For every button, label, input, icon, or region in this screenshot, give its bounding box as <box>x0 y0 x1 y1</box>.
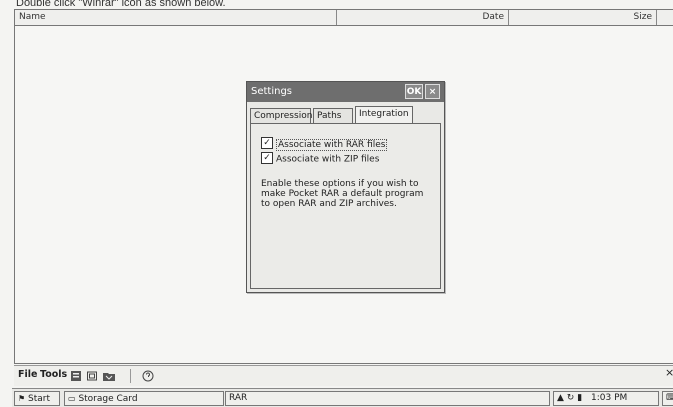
system-tray[interactable]: ▲ ↻ ▮ 1:03 PM <box>553 391 659 406</box>
command-close-icon[interactable]: × <box>665 366 673 379</box>
associate-rar-option[interactable]: ✓ Associate with RAR files <box>261 137 388 151</box>
menu-file[interactable]: File <box>18 369 37 380</box>
column-name[interactable]: Name <box>15 10 337 25</box>
associate-zip-option[interactable]: ✓ Associate with ZIP files <box>261 152 379 166</box>
storage-card-icon: ▭ <box>68 394 76 403</box>
start-button[interactable]: ⚑ Start <box>14 391 60 406</box>
rar-checkbox-label[interactable]: Associate with RAR files <box>276 138 388 151</box>
zip-checkbox-label[interactable]: Associate with ZIP files <box>276 155 379 165</box>
close-button[interactable]: × <box>425 84 440 99</box>
sync-icon[interactable]: ↻ <box>567 393 575 403</box>
settings-dialog: Settings OK × Compression Paths Integrat… <box>246 81 445 293</box>
tab-integration[interactable]: Integration <box>355 106 413 123</box>
column-date[interactable]: Date <box>337 10 509 25</box>
command-bar: File Tools × <box>14 365 673 386</box>
storage-card-button[interactable]: ▭ Storage Card <box>64 391 224 406</box>
column-header: Name Date Size <box>15 10 673 26</box>
zip-checkbox[interactable]: ✓ <box>261 152 273 164</box>
toolbar-separator <box>130 369 131 383</box>
archive-icon[interactable] <box>70 370 82 385</box>
rar-task-label: RAR <box>229 393 248 403</box>
help-icon[interactable] <box>142 370 154 385</box>
instruction-text: Double click "Winrar" icon as shown belo… <box>16 0 226 9</box>
start-label: Start <box>28 394 51 404</box>
integration-panel: ✓ Associate with RAR files ✓ Associate wit… <box>250 123 441 289</box>
battery-icon[interactable]: ▮ <box>577 393 582 403</box>
tab-paths[interactable]: Paths <box>313 108 353 123</box>
start-flag-icon: ⚑ <box>18 394 26 403</box>
menu-tools[interactable]: Tools <box>40 369 67 380</box>
taskbar: ⚑ Start ▭ Storage Card RAR ▲ ↻ ▮ 1:03 PM… <box>12 388 673 407</box>
tab-compression[interactable]: Compression <box>250 108 312 123</box>
integration-description: Enable these options if you wish to make… <box>261 179 424 209</box>
dialog-titlebar: Settings OK × <box>247 82 444 102</box>
storage-card-label: Storage Card <box>78 394 138 404</box>
rar-task-button[interactable]: RAR <box>225 391 550 406</box>
keyboard-icon[interactable]: ⌨ <box>662 391 673 406</box>
network-icon[interactable]: ▲ <box>557 393 564 403</box>
ok-button[interactable]: OK <box>405 84 423 99</box>
clock[interactable]: 1:03 PM <box>591 393 627 403</box>
folder-icon[interactable] <box>86 370 98 385</box>
dialog-title: Settings <box>251 86 293 97</box>
rar-checkbox[interactable]: ✓ <box>261 137 273 149</box>
column-size[interactable]: Size <box>509 10 657 25</box>
extract-icon[interactable] <box>102 370 116 385</box>
